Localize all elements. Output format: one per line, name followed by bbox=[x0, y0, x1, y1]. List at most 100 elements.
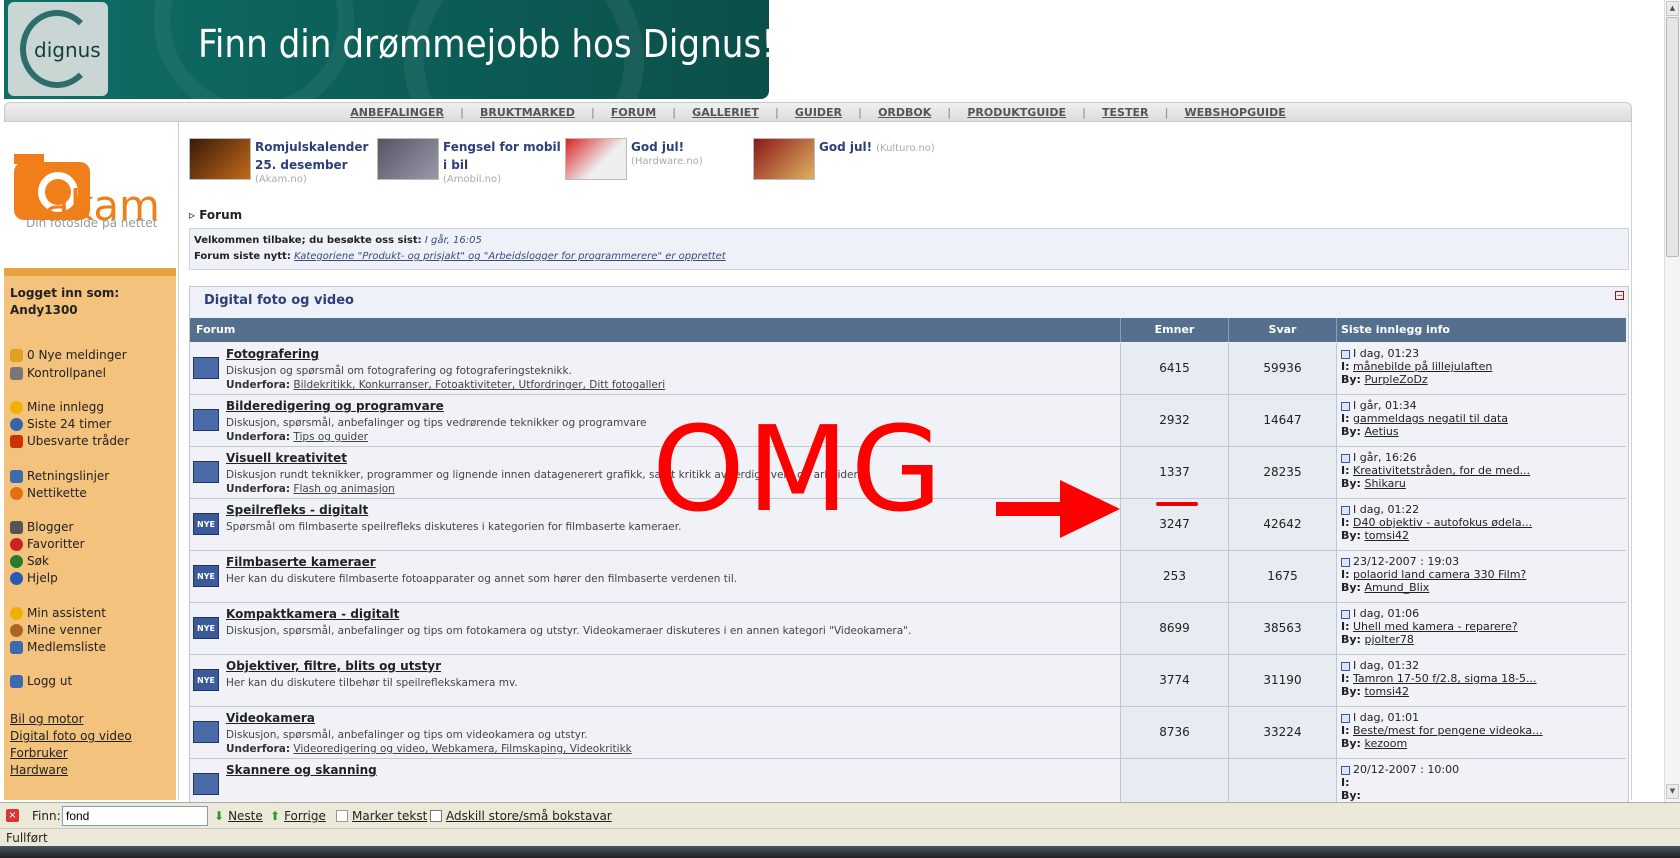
promo-item[interactable]: God jul! (Hardware.no) bbox=[565, 138, 703, 180]
promo-item[interactable]: Fengsel for mobil i bil (Amobil.no) bbox=[377, 138, 561, 185]
menu-help[interactable]: Hjelp bbox=[10, 571, 58, 585]
menu-member-list[interactable]: Medlemsliste bbox=[10, 640, 106, 654]
find-input[interactable] bbox=[62, 806, 208, 826]
nav-link-anbefalinger[interactable]: ANBEFALINGER bbox=[334, 106, 460, 119]
forum-name-link[interactable]: Fotografering bbox=[226, 347, 319, 361]
last-post-icon[interactable] bbox=[1341, 609, 1350, 619]
menu-last-24h[interactable]: Siste 24 timer bbox=[10, 417, 111, 431]
menu-netiquette[interactable]: Nettikette bbox=[10, 486, 87, 500]
menu-assistant[interactable]: Min assistent bbox=[10, 606, 106, 620]
nav-link-ordbok[interactable]: ORDBOK bbox=[862, 106, 947, 119]
menu-control-panel[interactable]: Kontrollpanel bbox=[10, 366, 106, 380]
match-case-checkbox[interactable]: Adskill store/små bokstavar bbox=[430, 809, 612, 823]
forum-name-link[interactable]: Objektiver, filtre, blits og utstyr bbox=[226, 659, 441, 673]
last-post-icon[interactable] bbox=[1341, 349, 1350, 359]
subforums-label: Underfora: bbox=[226, 743, 291, 755]
forum-name-link[interactable]: Skannere og skanning bbox=[226, 763, 377, 777]
nav-link-tester[interactable]: TESTER bbox=[1086, 106, 1164, 119]
last-post-time: I går, 01:34 bbox=[1353, 399, 1417, 412]
last-topic-link[interactable]: D40 objektiv - autofokus ødela... bbox=[1353, 516, 1532, 529]
last-topic-link[interactable]: Uhell med kamera - reparere? bbox=[1353, 620, 1518, 633]
subforum-links[interactable]: Flash og animasjon bbox=[293, 483, 394, 495]
forum-name-link[interactable]: Videokamera bbox=[226, 711, 315, 725]
forum-name-link[interactable]: Filmbaserte kameraer bbox=[226, 555, 376, 569]
nav-link-forum[interactable]: FORUM bbox=[595, 106, 672, 119]
promo-item[interactable]: Romjulskalender 25. desember (Akam.no) bbox=[189, 138, 368, 185]
close-findbar-button[interactable]: × bbox=[6, 809, 19, 822]
subforum-links[interactable]: Bildekritikk, Konkurranser, Fotoaktivite… bbox=[293, 379, 665, 391]
vertical-scrollbar[interactable]: ▲ ▼ bbox=[1664, 0, 1680, 802]
scroll-down-arrow-icon[interactable]: ▼ bbox=[1666, 784, 1679, 799]
forum-name-link[interactable]: Visuell kreativitet bbox=[226, 451, 347, 465]
menu-my-posts[interactable]: Mine innlegg bbox=[10, 400, 104, 414]
forum-status-icon: NYE bbox=[193, 617, 219, 639]
category-title[interactable]: Digital foto og video bbox=[204, 293, 354, 308]
last-post-time: 20/12-2007 : 10:00 bbox=[1353, 763, 1460, 776]
highlight-button[interactable]: Marker tekst bbox=[336, 809, 427, 823]
menu-friends[interactable]: Mine venner bbox=[10, 623, 102, 637]
last-by-user-link[interactable]: PurpleZoDz bbox=[1364, 373, 1427, 386]
last-topic-link[interactable]: Beste/mest for pengene videoka... bbox=[1353, 724, 1543, 737]
category-link-bil[interactable]: Bil og motor bbox=[10, 712, 84, 726]
last-by-user-link[interactable]: Amund_Blix bbox=[1364, 581, 1429, 594]
find-bar: × Finn: ⬇Neste ⬆Forrige Marker tekst Ads… bbox=[0, 802, 1680, 828]
forum-name-link[interactable]: Speilrefleks - digitalt bbox=[226, 503, 368, 517]
forum-name-link[interactable]: Bilderedigering og programvare bbox=[226, 399, 444, 413]
last-post-icon[interactable] bbox=[1341, 713, 1350, 723]
nav-link-webshopguide[interactable]: WEBSHOPGUIDE bbox=[1169, 106, 1302, 119]
nav-link-guider[interactable]: GUIDER bbox=[779, 106, 858, 119]
news-link[interactable]: Kategoriene "Produkt- og prisjakt" og "A… bbox=[294, 251, 726, 262]
find-prev-button[interactable]: ⬆ Forrige bbox=[270, 809, 326, 823]
last-visit-value: I går, 16:05 bbox=[424, 235, 482, 246]
menu-unanswered[interactable]: Ubesvarte tråder bbox=[10, 434, 129, 448]
last-by-user-link[interactable]: tomsi42 bbox=[1364, 685, 1409, 698]
find-next-button[interactable]: ⬇ Neste bbox=[214, 809, 263, 823]
last-topic-link[interactable]: månebilde på lillejulaften bbox=[1353, 360, 1492, 373]
last-topic-link[interactable]: gammeldags negatil til data bbox=[1353, 412, 1508, 425]
dignus-banner-ad[interactable]: dignus Finn din drømmejobb hos Dignus! bbox=[4, 0, 769, 99]
last-post-icon[interactable] bbox=[1341, 765, 1350, 775]
last-topic-link[interactable]: polaorid land camera 330 Film? bbox=[1353, 568, 1526, 581]
last-post-icon[interactable] bbox=[1341, 557, 1350, 567]
last-post-icon[interactable] bbox=[1341, 661, 1350, 671]
username[interactable]: Andy1300 bbox=[10, 303, 78, 317]
last-post-time: I dag, 01:32 bbox=[1353, 659, 1420, 672]
close-icon: × bbox=[6, 809, 19, 822]
menu-guidelines[interactable]: Retningslinjer bbox=[10, 469, 109, 483]
nav-link-produktguide[interactable]: PRODUKTGUIDE bbox=[951, 106, 1082, 119]
last-post-icon[interactable] bbox=[1341, 453, 1350, 463]
forum-name-link[interactable]: Kompaktkamera - digitalt bbox=[226, 607, 399, 621]
last-by-user-link[interactable]: kezoom bbox=[1364, 737, 1407, 750]
nav-link-galleriet[interactable]: GALLERIET bbox=[676, 106, 775, 119]
promo-item[interactable]: God jul! (Kulturo.no) bbox=[753, 138, 935, 180]
breadcrumb-forum[interactable]: Forum bbox=[199, 208, 242, 222]
category-link-forbruker[interactable]: Forbruker bbox=[10, 746, 68, 760]
category-link-hardware[interactable]: Hardware bbox=[10, 763, 68, 777]
subforum-links[interactable]: Videoredigering og video, Webkamera, Fil… bbox=[293, 743, 631, 755]
scroll-up-arrow-icon[interactable]: ▲ bbox=[1666, 1, 1679, 16]
last-post-icon[interactable] bbox=[1341, 505, 1350, 515]
menu-blogs[interactable]: Blogger bbox=[10, 520, 73, 534]
replies-count: 38563 bbox=[1263, 621, 1302, 635]
arrows-icon bbox=[10, 434, 23, 448]
subforum-links[interactable]: Tips og guider bbox=[293, 431, 368, 443]
menu-favorites[interactable]: Favoritter bbox=[10, 537, 85, 551]
last-topic-label: I: bbox=[1341, 568, 1350, 581]
last-post-icon[interactable] bbox=[1341, 401, 1350, 411]
menu-search[interactable]: Søk bbox=[10, 554, 49, 568]
last-by-user-link[interactable]: Shikaru bbox=[1364, 477, 1405, 490]
category-link-digital-foto[interactable]: Digital foto og video bbox=[10, 729, 132, 743]
scroll-thumb[interactable] bbox=[1666, 17, 1679, 257]
collapse-button[interactable]: − bbox=[1615, 291, 1624, 300]
last-topic-link[interactable]: Kreativitetstråden, for de med... bbox=[1353, 464, 1530, 477]
highlight-label: Marker tekst bbox=[352, 809, 428, 823]
nav-link-bruktmarked[interactable]: BRUKTMARKED bbox=[464, 106, 591, 119]
last-by-user-link[interactable]: tomsi42 bbox=[1364, 529, 1409, 542]
last-by-user-link[interactable]: Aetius bbox=[1364, 425, 1398, 438]
last-by-user-link[interactable]: pjolter78 bbox=[1364, 633, 1413, 646]
last-by-label: By: bbox=[1341, 581, 1361, 594]
menu-logout[interactable]: Logg ut bbox=[10, 674, 72, 688]
last-topic-link[interactable]: Tamron 17-50 f/2.8, sigma 18-5... bbox=[1353, 672, 1537, 685]
find-label: Finn: bbox=[32, 809, 61, 823]
menu-new-messages[interactable]: 0 Nye meldinger bbox=[10, 348, 127, 362]
